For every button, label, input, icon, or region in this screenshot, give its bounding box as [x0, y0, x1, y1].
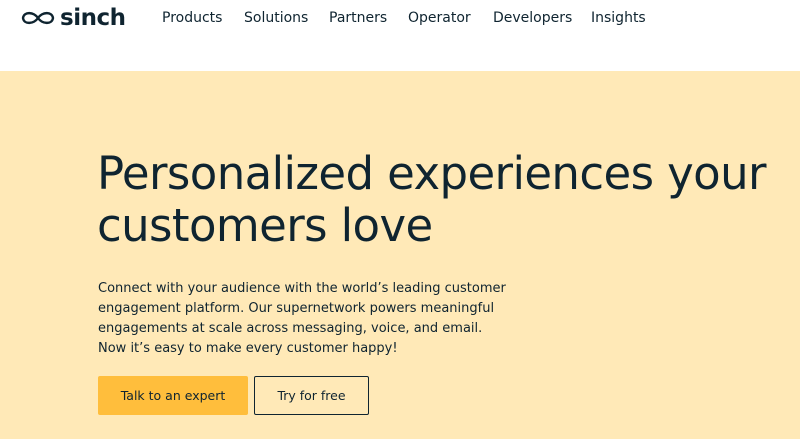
nav-developers[interactable]: Developers	[493, 8, 572, 28]
nav-solutions[interactable]: Solutions	[244, 8, 308, 28]
hero-description: Connect with your audience with the worl…	[98, 279, 518, 359]
nav-partners[interactable]: Partners	[329, 8, 387, 28]
hero-description-line: engagement platform. Our supernetwork po…	[98, 301, 495, 316]
nav-operator[interactable]: Operator	[408, 8, 471, 28]
try-for-free-button[interactable]: Try for free	[254, 376, 369, 415]
hero-title-line-1: Personalized experiences your	[97, 147, 767, 200]
hero-description-line: Now it’s easy to make every customer hap…	[98, 341, 398, 356]
site-header: sinch Products Solutions Partners Operat…	[0, 0, 800, 71]
hero-title: Personalized experiences your customers …	[97, 148, 800, 252]
hero-section: Personalized experiences your customers …	[0, 71, 800, 439]
sinch-logo-icon	[21, 11, 55, 25]
nav-products[interactable]: Products	[162, 8, 222, 28]
hero-description-line: engagements at scale across messaging, v…	[98, 321, 483, 336]
logo-wordmark: sinch	[60, 4, 126, 31]
sinch-logo[interactable]: sinch	[20, 3, 126, 33]
nav-insights[interactable]: Insights	[591, 8, 646, 28]
talk-to-expert-button[interactable]: Talk to an expert	[98, 376, 248, 415]
hero-title-line-2: customers love	[97, 199, 433, 252]
hero-description-line: Connect with your audience with the worl…	[98, 281, 506, 296]
